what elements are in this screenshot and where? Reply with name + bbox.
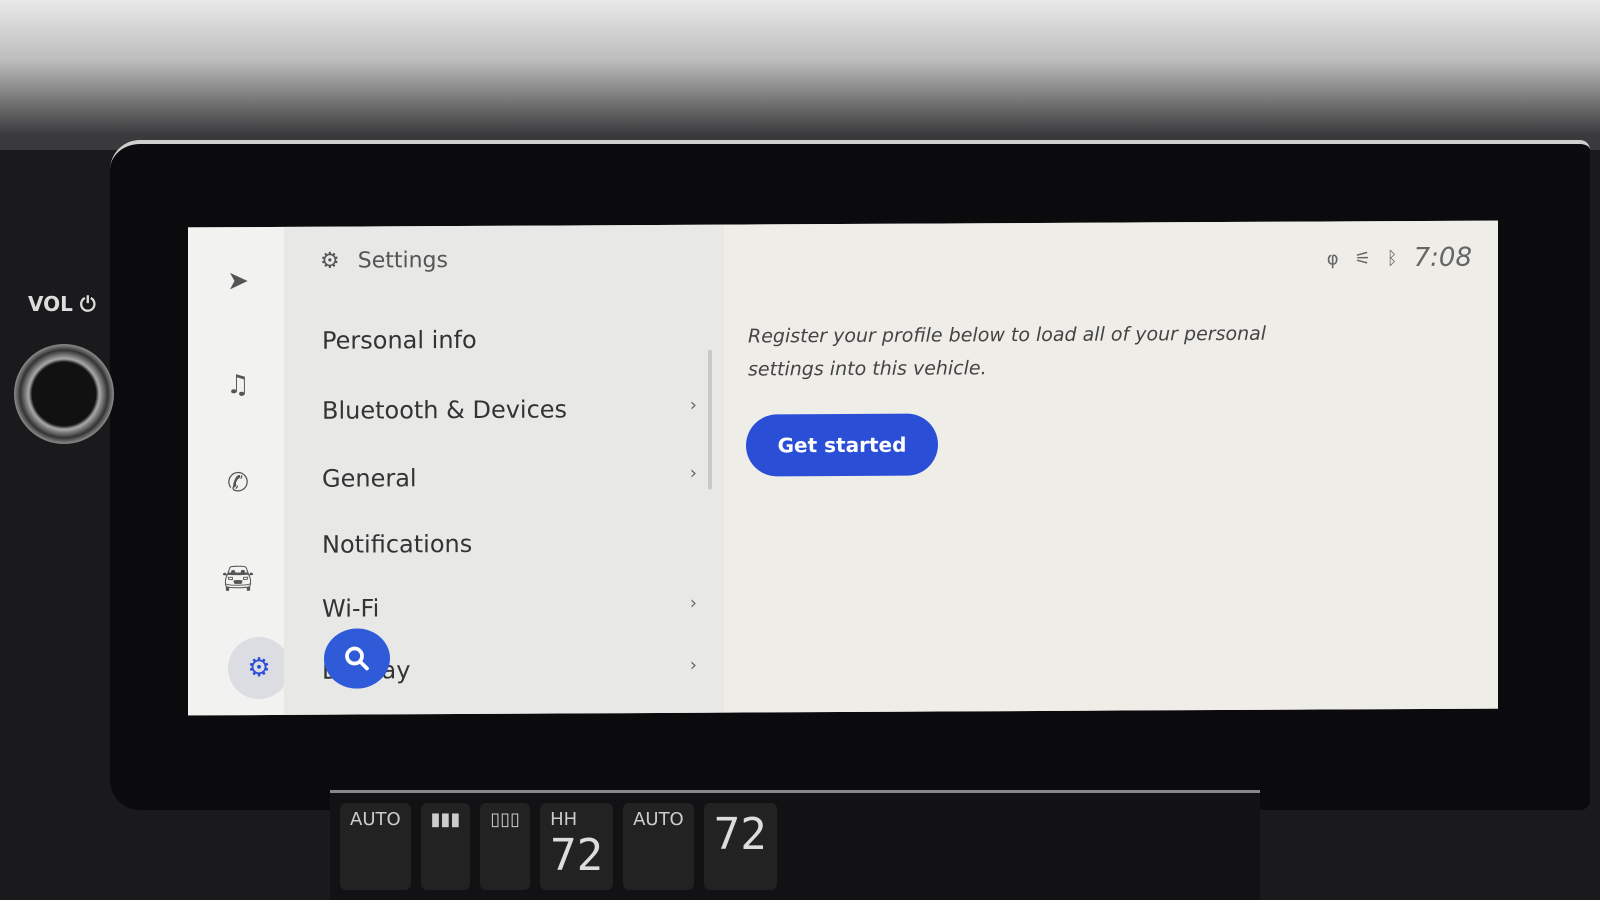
infotainment-screen: ➤ ♫ ✆ 🚘︎ ⚙ ⚙ Settings Personal info Bluet… xyxy=(188,220,1498,716)
clock: 7:08 xyxy=(1413,242,1472,274)
scrollbar[interactable] xyxy=(708,349,712,490)
gear-icon: ⚙ xyxy=(320,248,340,274)
dashboard-top xyxy=(0,0,1600,150)
list-item-bluetooth[interactable]: Bluetooth & Devices › xyxy=(322,395,697,425)
list-item-wifi[interactable]: Wi-Fi › xyxy=(322,593,697,623)
music-note-icon[interactable]: ♫ xyxy=(218,365,258,405)
car-icon[interactable]: 🚘︎ xyxy=(218,559,258,599)
power-icon: ⏻ xyxy=(79,292,96,316)
get-started-button[interactable]: Get started xyxy=(746,413,938,477)
seatbelt-off-icon: ⚟ xyxy=(1354,247,1371,269)
chevron-right-icon: › xyxy=(689,592,697,614)
page-title: Settings xyxy=(357,248,448,274)
auto-center-label[interactable]: AUTO xyxy=(623,803,694,890)
gear-icon[interactable]: ⚙ xyxy=(228,636,290,700)
seat-vent-button[interactable]: ▯▯▯ xyxy=(480,803,531,890)
profile-message: Register your profile below to load all … xyxy=(748,322,1267,381)
driver-temp: HH 72 xyxy=(540,803,614,890)
search-icon xyxy=(345,646,369,671)
chevron-right-icon: › xyxy=(689,394,697,416)
volume-label: VOL ⏻ xyxy=(28,292,96,316)
list-item-notifications[interactable]: Notifications xyxy=(322,529,697,559)
list-item-general[interactable]: General › xyxy=(322,463,697,493)
auto-left-button[interactable]: AUTO xyxy=(340,803,411,890)
settings-header: ⚙ Settings xyxy=(320,248,448,274)
search-button[interactable] xyxy=(324,628,390,689)
side-rail: ➤ ♫ ✆ 🚘︎ ⚙ xyxy=(188,226,290,716)
chevron-right-icon: › xyxy=(689,654,697,676)
detail-pane: φ ⚟ ᛒ 7:08 Register your profile below t… xyxy=(724,220,1498,713)
phone-icon[interactable]: ✆ xyxy=(218,463,258,503)
passenger-temp: 72 xyxy=(703,803,777,890)
bluetooth-icon: ᛒ xyxy=(1386,247,1398,269)
status-bar: φ ⚟ ᛒ 7:08 xyxy=(1327,243,1472,274)
wireless-charging-icon: φ xyxy=(1326,247,1339,269)
seat-heat-button[interactable]: ▮▮▮ xyxy=(420,803,471,890)
settings-list: ⚙ Settings Personal info Bluetooth & Devi… xyxy=(284,224,724,715)
navigation-arrow-icon[interactable]: ➤ xyxy=(218,261,258,301)
list-item-personal-info[interactable]: Personal info xyxy=(322,325,697,355)
chevron-right-icon: › xyxy=(689,462,697,484)
climate-panel: AUTO ▮▮▮ ▯▯▯ HH 72 AUTO 72 xyxy=(330,790,1260,900)
volume-knob[interactable] xyxy=(14,344,114,444)
